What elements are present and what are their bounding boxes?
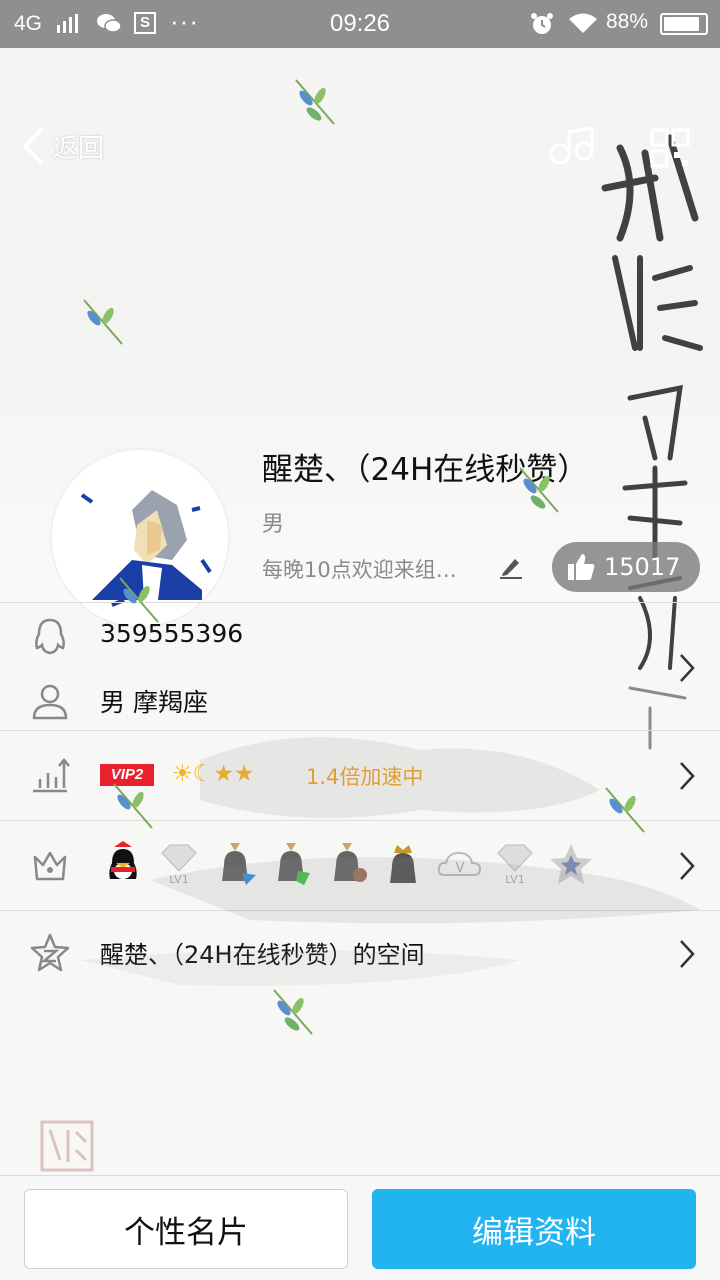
qr-code-icon[interactable] [650,128,690,168]
leaf-decoration-icon [605,787,645,833]
like-count: 15017 [604,553,681,581]
leaf-decoration-icon [295,79,335,125]
edit-profile-button[interactable]: 编辑资料 [372,1189,696,1269]
leaf-decoration-icon [519,467,559,513]
battery-fill [664,17,700,31]
gender-text: 男 [262,512,285,537]
music-icon[interactable] [548,126,598,166]
alarm-icon [531,13,553,34]
leaf-decoration-icon [83,299,123,345]
back-button[interactable]: 返回 [20,126,104,166]
chevron-right-icon [680,654,695,682]
back-chevron-icon [22,127,44,165]
qq-penguin-icon [35,618,65,655]
like-button[interactable]: 15017 [552,542,700,592]
battery-icon [660,13,708,35]
personal-card-button[interactable]: 个性名片 [24,1189,348,1269]
leaf-decoration-icon [119,577,159,623]
edit-signature-icon[interactable] [498,554,524,580]
back-label: 返回 [52,133,105,164]
seal-stamp-decoration [40,1120,94,1172]
wifi-icon [569,13,597,33]
leaf-decoration-icon [273,989,313,1035]
signature-text[interactable]: 每晚10点欢迎来组… [262,554,457,584]
ink-wash-background [80,737,700,986]
status-bar: 4G S ··· 09:26 88% [0,0,720,48]
battery-percent: 88% [606,10,649,33]
leaf-decoration-icon [113,783,153,829]
thumbs-up-icon [568,554,595,580]
bottom-action-bar: 个性名片 编辑资料 [0,1175,720,1280]
